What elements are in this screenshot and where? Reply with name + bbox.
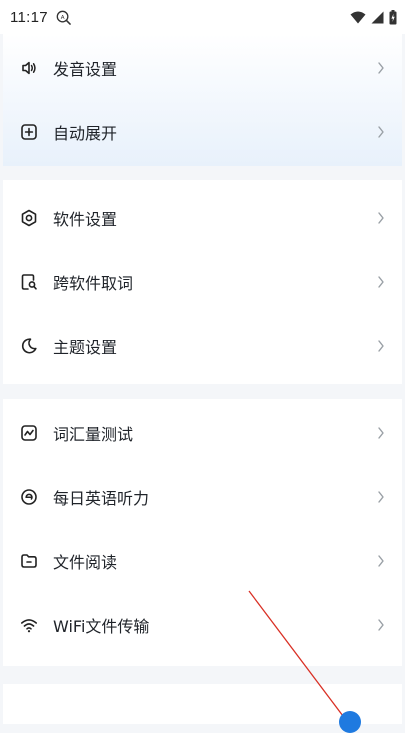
chart-square-icon <box>20 424 38 442</box>
chevron-right-icon <box>378 555 384 567</box>
theme-settings-item[interactable]: 主题设置 <box>3 314 402 378</box>
auto-expand-item[interactable]: 自动展开 <box>3 100 402 164</box>
chevron-right-icon <box>378 491 384 503</box>
speaker-icon <box>20 59 38 77</box>
software-settings-item[interactable]: 软件设置 <box>3 186 402 250</box>
status-bar: 11:17 A <box>0 0 405 34</box>
wifi-icon <box>350 11 366 23</box>
daily-english-listening-label: 每日英语听力 <box>53 489 150 508</box>
touch-indicator <box>339 711 361 733</box>
chevron-right-icon <box>378 62 384 74</box>
status-time: 11:17 <box>10 8 48 26</box>
status-indicators <box>350 9 397 25</box>
vocabulary-test-item[interactable]: 词汇量测试 <box>3 401 402 465</box>
chevron-right-icon <box>378 427 384 439</box>
battery-charging-icon <box>389 9 397 24</box>
file-reading-label: 文件阅读 <box>53 553 118 572</box>
chevron-right-icon <box>378 212 384 224</box>
plus-square-icon <box>20 123 38 141</box>
cross-app-lookup-item[interactable]: 跨软件取词 <box>3 250 402 314</box>
chevron-right-icon <box>378 340 384 352</box>
settings-group-2: 软件设置 跨软件取词 主题设置 <box>3 180 402 384</box>
theme-settings-label: 主题设置 <box>53 338 118 357</box>
svg-text:A: A <box>61 14 65 20</box>
chevron-right-icon <box>378 276 384 288</box>
wifi-file-transfer-item[interactable]: WiFi文件传输 <box>3 593 402 657</box>
file-reading-item[interactable]: 文件阅读 <box>3 529 402 593</box>
chevron-right-icon <box>378 126 384 138</box>
circle-e-icon <box>20 488 38 506</box>
wifi-icon <box>20 616 38 634</box>
vocabulary-test-label: 词汇量测试 <box>53 425 134 444</box>
document-search-icon <box>20 273 38 291</box>
folder-icon <box>20 552 38 570</box>
settings-group-3: 词汇量测试 每日英语听力 文件阅读 WiFi文件传输 <box>3 399 402 666</box>
pronunciation-settings-item[interactable]: 发音设置 <box>3 36 402 100</box>
translate-notification-icon: A <box>56 10 71 25</box>
software-settings-label: 软件设置 <box>53 210 118 229</box>
cross-app-lookup-label: 跨软件取词 <box>53 274 134 293</box>
daily-english-listening-item[interactable]: 每日英语听力 <box>3 465 402 529</box>
chevron-right-icon <box>378 619 384 631</box>
wifi-file-transfer-label: WiFi文件传输 <box>53 617 150 636</box>
hexagon-settings-icon <box>20 209 38 227</box>
settings-group-1: 发音设置 自动展开 <box>3 34 402 166</box>
moon-icon <box>20 337 38 355</box>
auto-expand-label: 自动展开 <box>53 124 118 143</box>
cellular-signal-icon <box>371 11 384 23</box>
pronunciation-settings-label: 发音设置 <box>53 60 118 79</box>
